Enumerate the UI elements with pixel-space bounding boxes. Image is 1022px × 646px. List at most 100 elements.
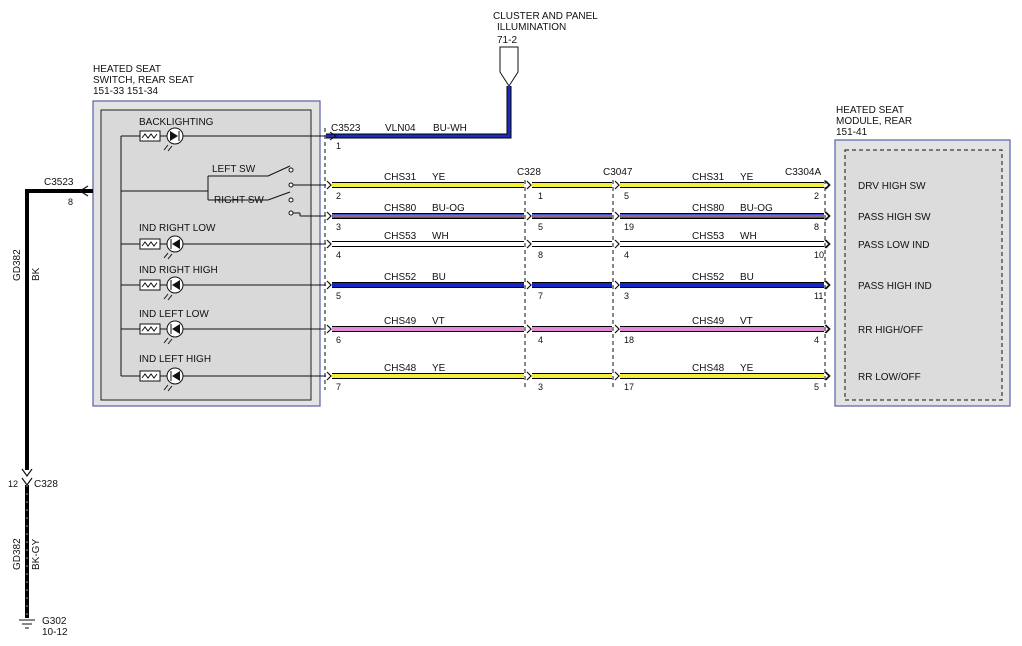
connector-arrow-icon <box>21 468 33 478</box>
wire-chs52: CHS52 BU CHS52 BU 5 7 3 11 <box>326 272 830 301</box>
connector-arrow-icon <box>526 371 532 381</box>
connector-arrow-icon <box>526 239 532 249</box>
pin-number: 11 <box>814 291 823 301</box>
ind-left-high-label: IND LEFT HIGH <box>139 354 211 365</box>
circuit-label: CHS53 <box>384 231 417 242</box>
c328-label: C328 <box>517 167 541 178</box>
cluster-title-line2: ILLUMINATION <box>497 22 566 33</box>
wire-color-label: YE <box>432 363 446 374</box>
left-sw-label: LEFT SW <box>212 164 256 175</box>
c3523-top-label: C3523 <box>331 123 361 134</box>
ground-upper-color: BK <box>31 267 42 281</box>
connector-arrow-icon <box>614 371 620 381</box>
wire-color-label: VT <box>740 316 753 327</box>
heated-seat-switch: HEATED SEAT SWITCH, REAR SEAT 151-33 151… <box>92 64 326 407</box>
pin-number: 5 <box>624 191 629 201</box>
pin-number: 4 <box>814 335 819 345</box>
wire-color-label: VT <box>432 316 445 327</box>
ground-lower-color: BK-GY <box>31 539 42 570</box>
cluster-illumination: CLUSTER AND PANEL ILLUMINATION 71-2 <box>493 11 598 87</box>
connector-arrow-icon <box>825 211 831 221</box>
ground-upper-circuit: GD382 <box>12 249 23 281</box>
resistor-icon <box>139 130 161 142</box>
wire-chs31: CHS31 YE CHS31 YE 2 1 5 2 <box>326 172 830 201</box>
pin-number: 7 <box>538 291 543 301</box>
module-title-line2: MODULE, REAR <box>836 116 912 127</box>
module-pin-label: RR LOW/OFF <box>858 372 921 383</box>
splice-pack-icon <box>499 46 519 87</box>
circuit-label: CHS80 <box>692 203 725 214</box>
module-title-line1: HEATED SEAT <box>836 105 904 116</box>
gd382-bk-wire <box>25 189 93 470</box>
signal-wires: CHS31 YE CHS31 YE 2 1 5 2 CHS80 BU-OG CHS80 BU-OG 3 5… <box>326 172 830 392</box>
wire-chs80: CHS80 BU-OG CHS80 BU-OG 3 5 19 8 <box>326 203 830 232</box>
vln04-circuit-label: VLN04 <box>385 123 416 134</box>
circuit-label: CHS31 <box>384 172 417 183</box>
module-pin-label: PASS HIGH IND <box>858 281 932 292</box>
c3304a-label: C3304A <box>785 167 821 178</box>
cluster-title-line1: CLUSTER AND PANEL <box>493 11 598 22</box>
cluster-ref: 71-2 <box>497 35 517 46</box>
circuit-label: CHS52 <box>692 272 725 283</box>
connector-arrow-icon <box>526 280 532 290</box>
circuit-label: CHS52 <box>384 272 417 283</box>
ground-c3523-pin: 8 <box>68 197 73 207</box>
connector-arrow-icon <box>526 324 532 334</box>
pin-number: 6 <box>336 335 341 345</box>
switch-title-line2: SWITCH, REAR SEAT <box>93 75 194 86</box>
ind-left-low-label: IND LEFT LOW <box>139 309 209 320</box>
connector-arrow-icon <box>614 324 620 334</box>
connector-arrow-icon <box>326 180 332 190</box>
circuit-label: CHS31 <box>692 172 725 183</box>
wire-color-label: BU <box>740 272 754 283</box>
pin-number: 4 <box>336 250 341 260</box>
wiring-diagram: CLUSTER AND PANEL ILLUMINATION 71-2 VLN0… <box>8 11 1011 638</box>
connector-arrow-icon <box>825 180 831 190</box>
wire-color-label: WH <box>740 231 757 242</box>
ind-right-low-label: IND RIGHT LOW <box>139 223 216 234</box>
connector-arrow-icon <box>825 280 831 290</box>
connector-arrow-icon <box>614 180 620 190</box>
pin-number: 1 <box>538 191 543 201</box>
ground-lower-circuit: GD382 <box>12 538 23 570</box>
ground-ref: 10-12 <box>42 627 68 638</box>
heated-seat-module: HEATED SEAT MODULE, REAR 151-41 DRV HIGH… <box>825 105 1011 407</box>
pin-number: 3 <box>624 291 629 301</box>
module-pin-label: PASS HIGH SW <box>858 212 931 223</box>
wire-color-label: YE <box>740 363 754 374</box>
pin-number: 19 <box>624 222 634 232</box>
connector-arrow-icon <box>614 280 620 290</box>
wire-color-label: YE <box>432 172 446 183</box>
ground-c328-pin: 12 <box>8 479 18 489</box>
pin-number: 5 <box>336 291 341 301</box>
wire-chs49: CHS49 VT CHS49 VT 6 4 18 4 <box>326 316 830 345</box>
circuit-label: CHS48 <box>384 363 417 374</box>
switch-title-line1: HEATED SEAT <box>93 64 161 75</box>
circuit-label: CHS53 <box>692 231 725 242</box>
pin-number: 2 <box>336 191 341 201</box>
connector-arrow-icon <box>614 239 620 249</box>
module-pin-label: DRV HIGH SW <box>858 181 926 192</box>
connector-arrow-icon <box>326 324 332 334</box>
ground-c328-label: C328 <box>34 479 58 490</box>
wire-chs53: CHS53 WH CHS53 WH 4 8 4 10 <box>326 231 830 260</box>
ground-symbol-icon <box>19 619 35 629</box>
connector-arrow-icon <box>614 211 620 221</box>
pin-number: 17 <box>624 382 634 392</box>
pin-number: 2 <box>814 191 819 201</box>
pin-number: 7 <box>336 382 341 392</box>
connector-arrow-icon <box>326 211 332 221</box>
circuit-label: CHS49 <box>384 316 417 327</box>
pin-number: 4 <box>624 250 629 260</box>
wire-color-label: WH <box>432 231 449 242</box>
circuit-label: CHS49 <box>692 316 725 327</box>
ind-right-high-label: IND RIGHT HIGH <box>139 265 218 276</box>
module-ref: 151-41 <box>836 127 868 138</box>
module-pin-label: RR HIGH/OFF <box>858 325 923 336</box>
ground-c3523-label: C3523 <box>44 177 74 188</box>
connector-arrow-icon <box>326 371 332 381</box>
pin-number: 5 <box>538 222 543 232</box>
connector-arrow-icon <box>21 477 33 487</box>
connector-arrow-icon <box>825 324 831 334</box>
pin-number: 10 <box>814 250 824 260</box>
